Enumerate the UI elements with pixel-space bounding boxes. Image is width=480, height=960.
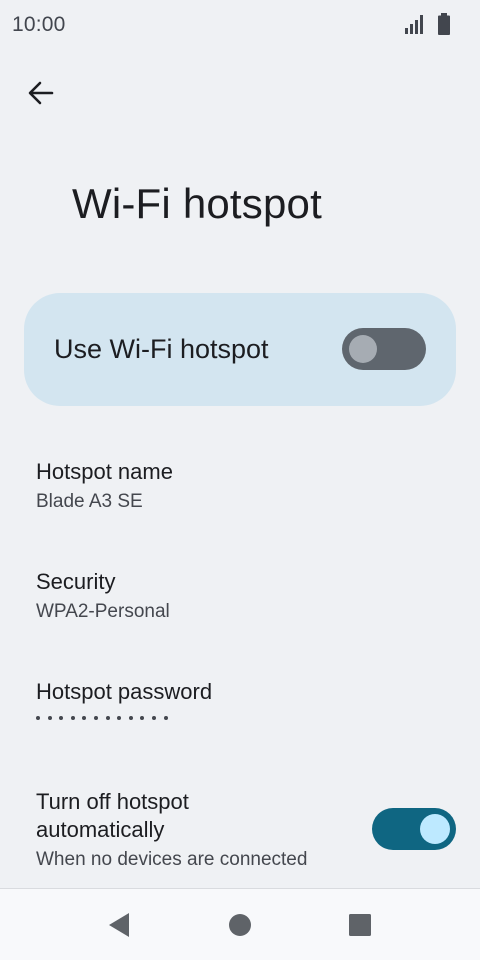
auto-turn-off-switch[interactable] xyxy=(372,808,456,850)
status-bar: 10:00 xyxy=(0,0,480,50)
settings-screen: 10:00 Wi-Fi hotspot Use Wi-Fi hotspot Ho… xyxy=(0,0,480,960)
status-time: 10:00 xyxy=(12,13,66,36)
security-title: Security xyxy=(36,569,116,594)
switch-thumb xyxy=(349,335,377,363)
password-dot xyxy=(93,716,98,720)
auto-turn-off-title-line2: automatically xyxy=(36,817,165,842)
password-dot xyxy=(82,716,87,720)
password-dot xyxy=(70,716,75,720)
use-wifi-hotspot-label: Use Wi-Fi hotspot xyxy=(54,334,269,364)
password-dot xyxy=(128,716,133,720)
battery-icon xyxy=(438,13,450,35)
password-dot xyxy=(163,716,168,720)
back-button[interactable] xyxy=(18,70,64,116)
signal-icon xyxy=(405,15,423,34)
security-value: WPA2-Personal xyxy=(36,601,170,622)
password-dot xyxy=(140,716,145,720)
recents-square-icon xyxy=(349,914,371,936)
password-dot xyxy=(47,716,52,720)
hotspot-name-value: Blade A3 SE xyxy=(36,491,143,512)
hotspot-password-masked xyxy=(36,716,168,720)
use-wifi-hotspot-card[interactable]: Use Wi-Fi hotspot xyxy=(24,293,456,406)
use-wifi-hotspot-switch[interactable] xyxy=(342,328,426,370)
system-navigation-bar xyxy=(0,888,480,960)
password-dot xyxy=(36,716,40,720)
password-dot xyxy=(59,716,64,720)
nav-recents-button[interactable] xyxy=(346,911,374,939)
hotspot-name-row[interactable]: Hotspot name Blade A3 SE xyxy=(0,452,480,532)
nav-back-button[interactable] xyxy=(105,911,133,939)
security-row[interactable]: Security WPA2-Personal xyxy=(0,562,480,642)
back-triangle-icon xyxy=(109,913,129,937)
page-title: Wi-Fi hotspot xyxy=(72,180,322,227)
hotspot-password-row[interactable]: Hotspot password xyxy=(0,672,480,752)
switch-thumb xyxy=(420,814,450,844)
hotspot-name-title: Hotspot name xyxy=(36,459,173,484)
password-dot xyxy=(105,716,110,720)
nav-home-button[interactable] xyxy=(226,911,254,939)
arrow-back-icon xyxy=(28,81,54,105)
hotspot-password-title: Hotspot password xyxy=(36,679,213,704)
password-dot xyxy=(151,716,156,720)
auto-turn-off-title-line1: Turn off hotspot xyxy=(36,789,189,814)
auto-turn-off-summary: When no devices are connected xyxy=(36,849,308,870)
home-circle-icon xyxy=(229,914,251,936)
password-dot xyxy=(117,716,122,720)
